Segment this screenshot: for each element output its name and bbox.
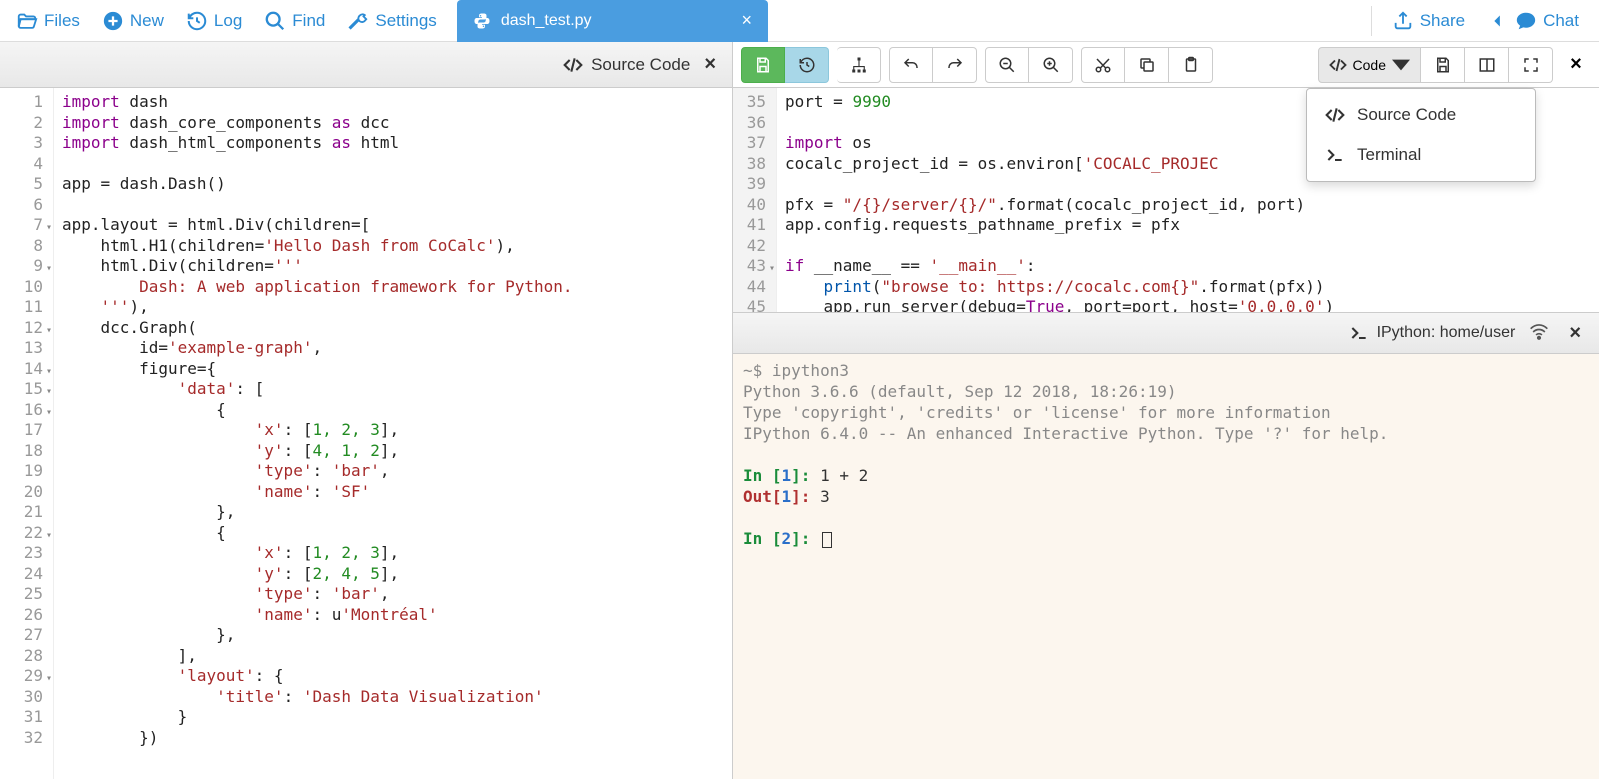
sitemap-icon [850,56,868,74]
paste-button[interactable] [1169,47,1213,83]
undo-button[interactable] [889,47,933,83]
menu-find[interactable]: Find [254,6,335,36]
save-icon [1434,56,1452,74]
redo-button[interactable] [933,47,977,83]
plus-circle-icon [102,10,124,32]
file-tab-label: dash_test.py [501,12,592,30]
folder-open-icon [16,10,38,32]
left-pane-header: Source Code × [0,42,732,88]
copy-button[interactable] [1125,47,1169,83]
cut-icon [1094,56,1112,74]
paste-icon [1182,56,1200,74]
save-icon [754,56,772,74]
menubar-right: Share Chat [1371,6,1599,36]
caret-down-icon [1392,56,1410,74]
split-button[interactable] [1465,47,1509,83]
expand-icon [1522,56,1540,74]
python-icon [473,12,491,30]
terminal-header: IPython: home/user × [733,312,1599,354]
zoom-in-button[interactable] [1029,47,1073,83]
wrench-icon [347,10,369,32]
terminal-close[interactable]: × [1563,322,1587,345]
right-gutter: 3536373839 40414243▾4445 [733,88,777,312]
left-pane-close[interactable]: × [698,53,722,76]
code-icon [1325,105,1345,125]
dropdown-terminal[interactable]: Terminal [1307,135,1535,175]
left-pane-title-text: Source Code [591,55,690,75]
code-icon [1329,56,1347,74]
menu-share[interactable]: Share [1382,6,1475,36]
history-icon [186,10,208,32]
menu-log[interactable]: Log [176,6,252,36]
menu-new[interactable]: New [92,6,174,36]
code-dropdown-menu: Source Code Terminal [1306,88,1536,182]
dropdown-source-code[interactable]: Source Code [1307,95,1535,135]
menu-files-label: Files [44,11,80,31]
left-gutter: 123456 7▾89▾1011 12▾1314▾15▾ 16▾17181920… [0,88,54,779]
zoom-out-button[interactable] [985,47,1029,83]
caret-left-icon [1487,10,1509,32]
menu-log-label: Log [214,11,242,31]
menu-chat[interactable]: Chat [1477,6,1589,36]
left-pane: Source Code × 123456 7▾89▾1011 12▾1314▾1… [0,42,733,779]
cut-button[interactable] [1081,47,1125,83]
terminal-icon [1349,323,1369,343]
terminal-body[interactable]: ~$ ipython3 Python 3.6.6 (default, Sep 1… [733,354,1599,779]
save-button[interactable] [741,47,785,83]
zoom-out-icon [998,56,1016,74]
search-icon [264,10,286,32]
terminal-icon [1325,145,1345,165]
terminal-title-text: IPython: home/user [1377,324,1516,342]
menu-settings-label: Settings [375,11,436,31]
menubar-left: Files New Log Find Settings dash_test.py… [0,0,774,42]
wifi-icon [1529,322,1549,345]
left-editor[interactable]: 123456 7▾89▾1011 12▾1314▾15▾ 16▾17181920… [0,88,732,779]
history-icon [798,56,816,74]
columns-icon [1478,56,1496,74]
copy-icon [1138,56,1156,74]
code-dropdown-label: Code [1353,57,1386,73]
menu-chat-label: Chat [1543,11,1579,31]
file-tab-close[interactable]: × [742,10,753,31]
menu-find-label: Find [292,11,325,31]
left-pane-title: Source Code [563,55,690,75]
code-icon [563,55,583,75]
right-pane-close[interactable]: × [1561,47,1591,83]
dropdown-terminal-label: Terminal [1357,145,1421,165]
terminal-cursor [822,532,832,548]
menu-files[interactable]: Files [6,6,90,36]
menu-settings[interactable]: Settings [337,6,446,36]
zoom-in-icon [1042,56,1060,74]
redo-icon [946,56,964,74]
right-toolbar: Code × [733,42,1599,88]
fullscreen-button[interactable] [1509,47,1553,83]
tree-button[interactable] [837,47,881,83]
terminal-title: IPython: home/user [1349,323,1516,343]
chat-icon [1515,10,1537,32]
share-icon [1392,10,1414,32]
menu-share-label: Share [1420,11,1465,31]
dropdown-source-code-label: Source Code [1357,105,1456,125]
menubar: Files New Log Find Settings dash_test.py… [0,0,1599,42]
undo-icon [902,56,920,74]
code-dropdown-button[interactable]: Code [1318,47,1421,83]
history-button[interactable] [785,47,829,83]
menu-new-label: New [130,11,164,31]
file-tab[interactable]: dash_test.py × [457,0,768,42]
left-code[interactable]: import dash import dash_core_components … [54,88,732,779]
save-layout-button[interactable] [1421,47,1465,83]
